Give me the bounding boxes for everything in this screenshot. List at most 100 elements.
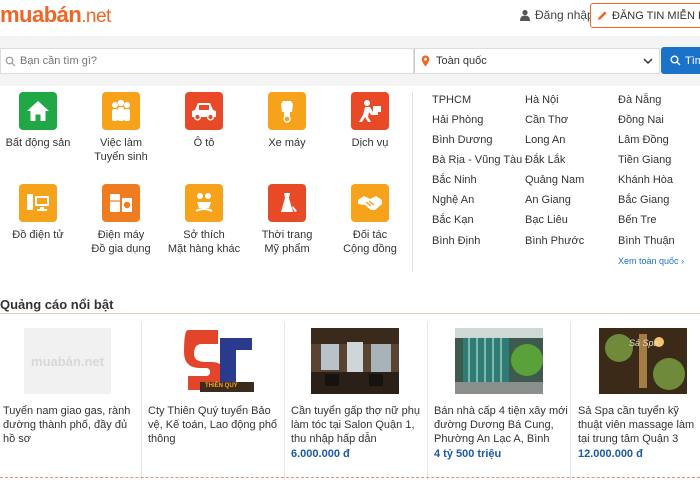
location-link[interactable]: Bà Rịa - Vũng Tàu [432, 154, 522, 166]
ad-separator [141, 322, 142, 480]
location-link[interactable]: Bắc Ninh [432, 174, 477, 186]
category-label: Đồ điện tử [12, 229, 64, 241]
post-free-button[interactable]: ĐĂNG TIN MIỄN PHÍ [590, 3, 700, 28]
ad-price: 6.000.000 đ [291, 448, 350, 460]
location-link[interactable]: Quảng Nam [525, 174, 584, 186]
category-bat-dong-san[interactable]: Bất động sản [0, 92, 80, 150]
location-link[interactable]: Khánh Hòa [618, 174, 673, 186]
ad-thumbnail [311, 328, 399, 394]
search-bar: Toàn quốc Tìm [0, 36, 700, 86]
featured-heading: Quảng cáo nổi bật [0, 297, 114, 312]
chevron-down-icon [643, 57, 653, 64]
category-label: Dịch vụ [351, 137, 389, 149]
category-dich-vu[interactable]: Dịch vụ [328, 92, 412, 150]
location-link[interactable]: Bắc Kạn [432, 214, 474, 226]
car-icon [185, 92, 223, 130]
category-dien-may[interactable]: Điện máy Đồ gia dụng [79, 184, 163, 256]
login-link[interactable]: Đăng nhập [519, 8, 594, 22]
category-sublabel: Tuyển sinh [94, 151, 148, 163]
ad-price: 4 tỷ 500 triệu [434, 448, 502, 460]
ad-title: Sả Spa cần tuyển kỹ thuật viên massage l… [578, 405, 695, 445]
location-link[interactable]: Cần Thơ [525, 114, 568, 126]
ad-thumbnail: Sả Spa [599, 328, 687, 394]
ad-separator [570, 322, 571, 480]
location-value: Toàn quốc [436, 55, 487, 67]
site-logo[interactable]: muabán.net [0, 2, 111, 28]
featured-ad[interactable]: Cần tuyển gấp thợ nữ phụ làm tóc tại Sal… [284, 314, 429, 480]
featured-ads: muabán.net Tuyển nam giao gas, rành đườn… [0, 314, 700, 480]
category-label: Ô tô [193, 137, 215, 149]
location-link[interactable]: Bình Phước [525, 235, 584, 247]
category-label: Sở thích [183, 229, 225, 241]
scooter-icon [268, 92, 306, 130]
pencil-icon [598, 11, 607, 20]
category-doi-tac[interactable]: Đối tác Cộng đồng [328, 184, 412, 256]
search-input-wrap [0, 48, 414, 74]
featured-ad[interactable]: muabán.net Tuyển nam giao gas, rành đườn… [0, 314, 144, 480]
location-link[interactable]: Bắc Giang [618, 194, 669, 206]
category-divider [412, 92, 413, 272]
location-link[interactable]: Bình Định [432, 235, 480, 247]
category-sublabel: Mỹ phẩm [264, 243, 310, 255]
category-xe-may[interactable]: Xe máy [245, 92, 329, 150]
location-link[interactable]: Bạc Liêu [525, 214, 568, 226]
category-o-to[interactable]: Ô tô [162, 92, 246, 150]
location-link[interactable]: Bến Tre [618, 214, 657, 226]
category-label: Thời trang [261, 229, 313, 241]
delivery-icon [351, 92, 389, 130]
category-viec-lam[interactable]: Việc làm Tuyển sinh [79, 92, 163, 164]
ad-thumbnail: THIÊN QUÝ [184, 328, 254, 394]
location-link[interactable]: Tiền Giang [618, 154, 671, 166]
location-link[interactable]: TPHCM [432, 94, 471, 106]
location-link[interactable]: Bình Thuận [618, 235, 675, 247]
search-icon [670, 55, 681, 66]
people-icon [102, 92, 140, 130]
logo-main: muabán [0, 2, 82, 27]
featured-ad[interactable]: Sả Spa Sả Spa cần tuyển kỹ thuật viên ma… [570, 314, 700, 480]
featured-ad[interactable]: Bán nhà cấp 4 tiện xây mới đường Dương B… [427, 314, 572, 480]
category-do-dien-tu[interactable]: Đồ điện tử [0, 184, 80, 242]
location-link[interactable]: Bình Dương [432, 134, 492, 146]
category-label: Đối tác [352, 229, 388, 241]
fashion-icon [268, 184, 306, 222]
ad-title: Cty Thiên Quý tuyển Bảo vệ, Kế toán, Lao… [148, 405, 278, 445]
ad-thumbnail: muabán.net [24, 328, 111, 394]
location-link[interactable]: Đắk Lắk [525, 154, 565, 166]
category-thoi-trang[interactable]: Thời trang Mỹ phẩm [245, 184, 329, 256]
location-link[interactable]: Đồng Nai [618, 114, 664, 126]
location-link[interactable]: Nghệ An [432, 194, 474, 206]
handshake-icon [351, 184, 389, 222]
search-button[interactable]: Tìm [661, 47, 700, 74]
post-free-label: ĐĂNG TIN MIỄN PHÍ [612, 9, 700, 22]
search-button-label: Tìm [685, 54, 700, 67]
category-sublabel: Cộng đồng [343, 243, 397, 255]
category-label: Việc làm [100, 137, 142, 149]
featured-ad[interactable]: THIÊN QUÝ Cty Thiên Quý tuyển Bảo vệ, Kế… [141, 314, 286, 480]
location-link[interactable]: Long An [525, 134, 565, 146]
appliance-icon [102, 184, 140, 222]
location-list: TPHCM Hà Nội Đà Nẵng Hải Phòng Cần Thơ Đ… [432, 92, 700, 272]
location-link[interactable]: Lâm Đồng [618, 134, 669, 146]
hobby-icon [185, 184, 223, 222]
computer-icon [19, 184, 57, 222]
ad-separator [284, 322, 285, 480]
category-label: Bất động sản [5, 137, 71, 149]
category-label: Điện máy [97, 229, 145, 241]
search-icon [5, 56, 16, 66]
location-link[interactable]: An Giang [525, 194, 571, 206]
location-link[interactable]: Hà Nội [525, 94, 559, 106]
ad-price: 12.000.000 đ [578, 448, 643, 460]
category-so-thich[interactable]: Sở thích Mặt hàng khác [162, 184, 246, 256]
location-select[interactable]: Toàn quốc [414, 48, 660, 74]
location-link[interactable]: Đà Nẵng [618, 94, 661, 106]
ad-thumbnail-text: Sả Spa [629, 338, 659, 348]
login-label: Đăng nhập [535, 8, 594, 22]
ad-thumbnail [455, 328, 543, 394]
category-grid: Bất động sản Việc làm Tuyển sinh Ô tô Xe… [0, 92, 412, 272]
see-all-locations-link[interactable]: Xem toàn quốc › [618, 256, 684, 266]
ad-thumbnail-text: muabán.net [31, 353, 104, 369]
bottom-divider [0, 477, 700, 478]
search-input[interactable] [20, 55, 400, 67]
location-link[interactable]: Hải Phòng [432, 114, 483, 126]
ad-thumbnail-text: THIÊN QUÝ [205, 383, 238, 389]
